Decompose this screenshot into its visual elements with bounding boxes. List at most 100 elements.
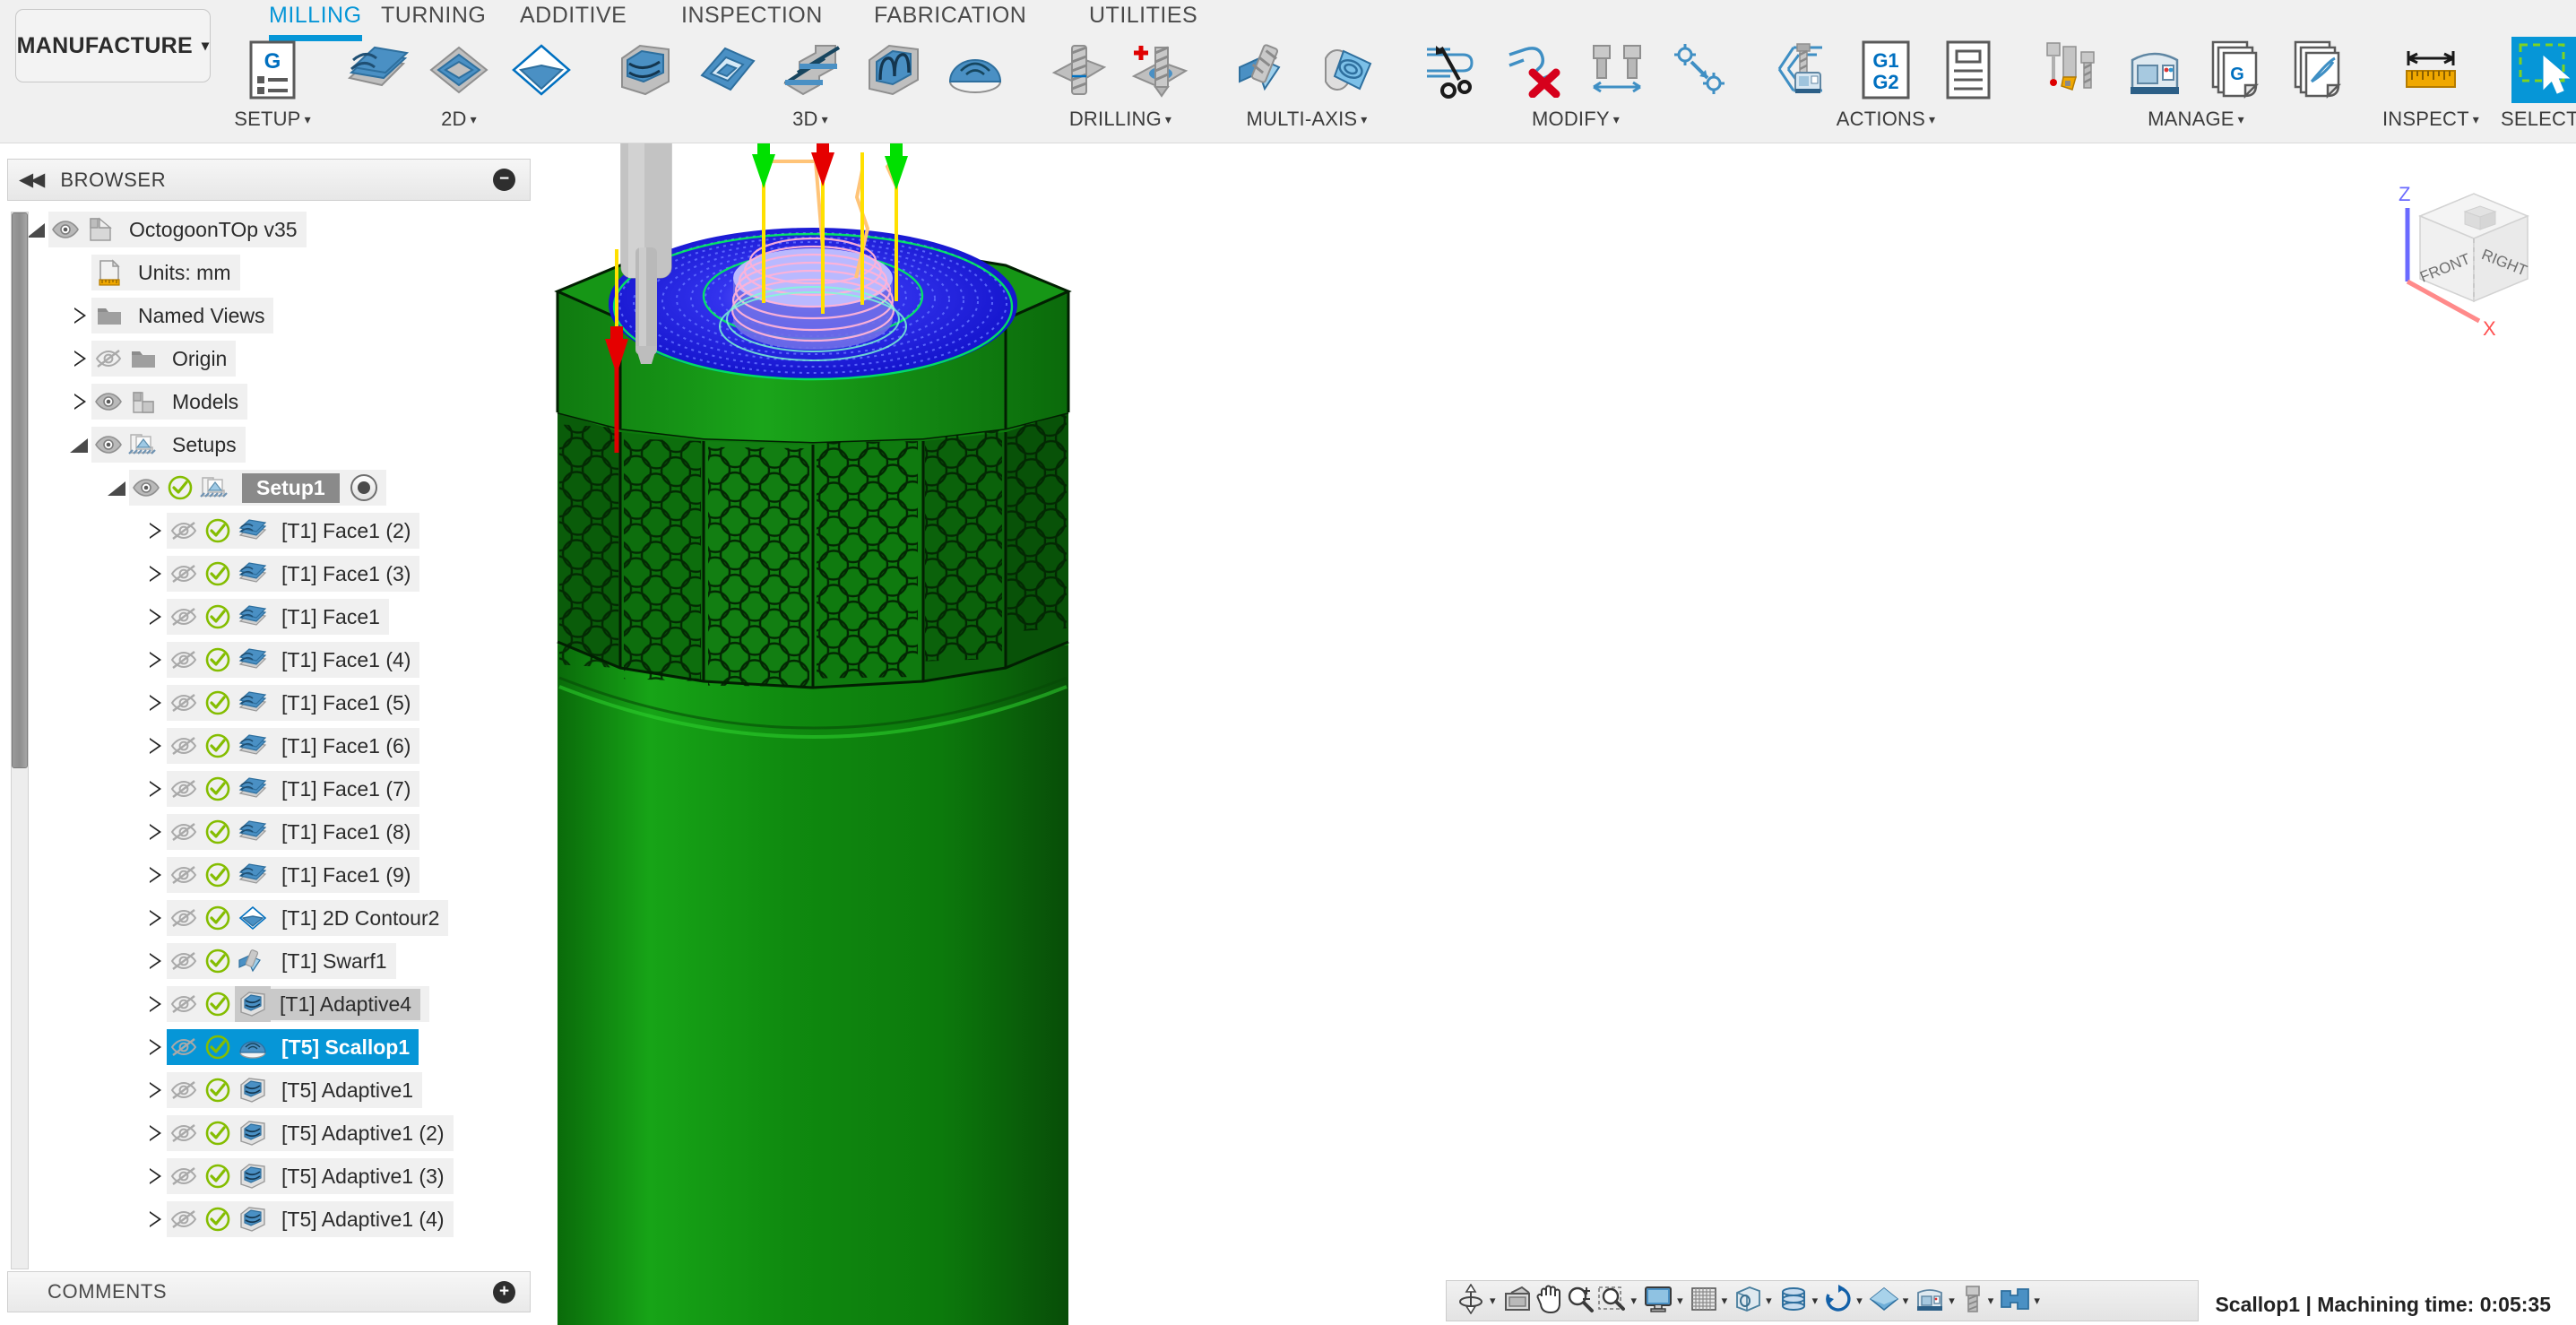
scrollbar-thumb[interactable] [12, 212, 28, 768]
navigation-bar[interactable]: ▾ ▾ ▾ ▾ ▾ ▾ ▾ ▾ ▾ ▾ ▾ [1446, 1280, 2199, 1321]
nav-stock-visibility-button[interactable]: ▾ [1869, 1286, 1914, 1316]
collapse-icon[interactable]: ◀◀ [19, 169, 45, 191]
pocket-clearing-button[interactable] [687, 30, 769, 109]
tree-row[interactable]: Origin [0, 337, 538, 380]
panel-dropdown-drilling[interactable]: DRILLING ▾ [1069, 108, 1171, 131]
face-button[interactable] [335, 30, 418, 109]
expand-arrow-closed-icon[interactable] [143, 519, 167, 542]
expand-arrow-closed-icon[interactable] [143, 777, 167, 801]
chevron-down-icon[interactable]: ▾ [1949, 1294, 1955, 1308]
panel-dropdown-manage[interactable]: MANAGE ▾ [2148, 108, 2244, 131]
expand-arrow-closed-icon[interactable] [143, 562, 167, 585]
expand-arrow-closed-icon[interactable] [143, 992, 167, 1016]
expand-arrow-closed-icon[interactable] [143, 1121, 167, 1145]
comments-panel[interactable]: COMMENTS + [7, 1271, 531, 1312]
tree-row[interactable]: [T1] Face1 (7) [0, 767, 538, 810]
post-process-button[interactable]: G1 G2 [1845, 30, 1927, 109]
eye-hidden-icon[interactable] [167, 735, 201, 757]
expand-arrow-closed-icon[interactable] [143, 1165, 167, 1188]
parallel-button[interactable] [851, 30, 934, 109]
tree-row[interactable]: [T1] Face1 [0, 595, 538, 638]
tree-row[interactable]: Setup1 [0, 466, 538, 509]
tree-row[interactable]: [T5] Adaptive1 [0, 1069, 538, 1112]
select-button[interactable] [2503, 30, 2576, 109]
nav-toolpath-display-button[interactable]: ▾ [1778, 1286, 1823, 1317]
nav-display-settings-button[interactable]: ▾ [1643, 1285, 1688, 1318]
tree-row[interactable]: [T5] Adaptive1 (2) [0, 1112, 538, 1155]
expand-arrow-open-icon[interactable] [68, 433, 91, 456]
nav-pan-button[interactable] [1534, 1284, 1563, 1319]
eye-hidden-icon[interactable] [167, 993, 201, 1015]
minimize-icon[interactable]: − [493, 169, 515, 191]
expand-arrow-closed-icon[interactable] [143, 734, 167, 758]
simulate-button[interactable] [1762, 30, 1845, 109]
expand-arrow-closed-icon[interactable] [68, 347, 91, 370]
nav-fixture-display-button[interactable]: ▾ [2000, 1286, 2044, 1317]
tree-row[interactable]: [T1] Face1 (5) [0, 681, 538, 724]
tree-row[interactable]: [T1] Face1 (3) [0, 552, 538, 595]
tree-row[interactable]: [T5] Adaptive1 (3) [0, 1155, 538, 1198]
tree-row[interactable]: [T1] Swarf1 [0, 940, 538, 983]
tree-row[interactable]: [T5] Scallop1 [0, 1026, 538, 1069]
nav-zoom-window-button[interactable]: ▾ [1597, 1285, 1642, 1318]
chevron-down-icon[interactable]: ▾ [1766, 1294, 1772, 1308]
tree-row[interactable]: [T1] Face1 (6) [0, 724, 538, 767]
nav-simulation-button[interactable]: ▾ [1824, 1284, 1867, 1318]
tool-library-button[interactable] [2031, 30, 2114, 109]
tree-row[interactable]: [T1] Face1 (8) [0, 810, 538, 853]
eye-hidden-icon[interactable] [167, 1208, 201, 1230]
tab-utilities[interactable]: UTILITIES [1089, 0, 1197, 29]
panel-dropdown-actions[interactable]: ACTIONS ▾ [1837, 108, 1935, 131]
bore-button[interactable] [1120, 30, 1203, 109]
nav-zoom-button[interactable] [1565, 1285, 1595, 1318]
expand-arrow-closed-icon[interactable] [143, 648, 167, 671]
chevron-down-icon[interactable]: ▾ [1856, 1294, 1863, 1308]
eye-hidden-icon[interactable] [167, 778, 201, 800]
eye-hidden-icon[interactable] [167, 950, 201, 972]
pocket-2d-button[interactable] [418, 30, 500, 109]
tree-row[interactable]: [T1] Face1 (2) [0, 509, 538, 552]
expand-arrow-closed-icon[interactable] [143, 906, 167, 930]
nav-grid-snaps-button[interactable]: ▾ [1690, 1286, 1733, 1317]
chevron-down-icon[interactable]: ▾ [1722, 1294, 1728, 1308]
tree-row[interactable]: [T1] 2D Contour2 [0, 896, 538, 940]
eye-hidden-icon[interactable] [167, 606, 201, 628]
nav-tool-display-button[interactable]: ▾ [1961, 1285, 1999, 1318]
tree-row[interactable]: Units: mm [0, 251, 538, 294]
tab-milling[interactable]: MILLING [269, 0, 362, 41]
eye-hidden-icon[interactable] [167, 864, 201, 886]
tree-row[interactable]: Named Views [0, 294, 538, 337]
nav-orbit-button[interactable]: ▾ [1456, 1282, 1500, 1319]
eye-hidden-icon[interactable] [167, 907, 201, 929]
eye-hidden-icon[interactable] [167, 1122, 201, 1144]
post-library-button[interactable]: G [2196, 30, 2278, 109]
chevron-down-icon[interactable]: ▾ [1812, 1294, 1819, 1308]
eye-hidden-icon[interactable] [167, 563, 201, 585]
tree-row[interactable]: [T1] Face1 (4) [0, 638, 538, 681]
chevron-down-icon[interactable]: ▾ [1988, 1294, 1994, 1308]
panel-dropdown-setup[interactable]: SETUP ▾ [234, 108, 311, 131]
transform-button[interactable] [1658, 30, 1741, 109]
template-library-button[interactable] [2278, 30, 2361, 109]
eye-visible-icon[interactable] [129, 478, 163, 498]
nav-machine-display-button[interactable]: ▾ [1915, 1286, 1959, 1317]
eye-hidden-icon[interactable] [91, 348, 125, 369]
expand-arrow-open-icon[interactable] [106, 476, 129, 499]
expand-arrow-closed-icon[interactable] [143, 605, 167, 628]
tab-turning[interactable]: TURNING [381, 0, 486, 29]
nav-look-at-button[interactable] [1502, 1286, 1533, 1317]
drill-button[interactable] [1038, 30, 1120, 109]
view-cube-box[interactable]: FRONT RIGHT [2417, 193, 2529, 303]
chevron-down-icon[interactable]: ▾ [2034, 1294, 2040, 1308]
swarf-button[interactable] [1224, 30, 1307, 109]
expand-arrow-closed-icon[interactable] [143, 1078, 167, 1102]
expand-arrow-closed-icon[interactable] [143, 863, 167, 887]
expand-arrow-closed-icon[interactable] [143, 949, 167, 973]
nav-viewports-button[interactable]: ▾ [1733, 1285, 1776, 1318]
expand-arrow-closed-icon[interactable] [68, 390, 91, 413]
panel-dropdown-multi-axis[interactable]: MULTI-AXIS ▾ [1246, 108, 1367, 131]
panel-dropdown-3d[interactable]: 3D ▾ [792, 108, 828, 131]
eye-hidden-icon[interactable] [167, 821, 201, 843]
tree-row[interactable]: OctogoonTOp v35 [0, 208, 538, 251]
setup-active-radio[interactable] [350, 474, 377, 501]
